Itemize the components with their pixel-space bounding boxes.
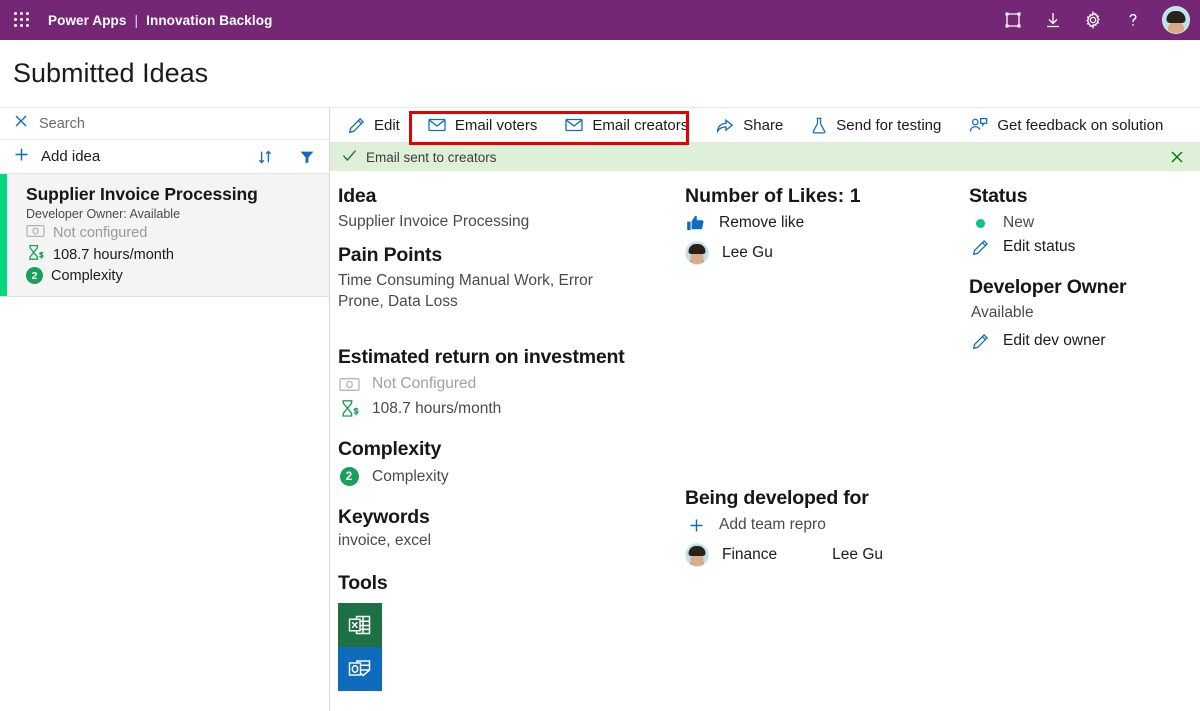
- status-badge: New: [1003, 214, 1035, 231]
- send-for-testing-button[interactable]: Send for testing: [797, 108, 955, 143]
- flask-icon: [811, 117, 827, 134]
- developed-for-heading: Being developed for: [685, 487, 869, 509]
- hourglass-dollar-icon: [26, 244, 45, 265]
- edit-dev-owner-button[interactable]: Edit dev owner: [969, 332, 1200, 350]
- team-name: Finance: [722, 546, 778, 563]
- detail-column-middle: Number of Likes: 1 Remove like Lee Gu Be…: [678, 185, 965, 711]
- mail-icon: [565, 118, 584, 132]
- user-avatar[interactable]: [1162, 6, 1190, 34]
- complexity-row: 2 Complexity: [338, 467, 678, 487]
- edit-status-button[interactable]: Edit status: [969, 238, 1200, 256]
- idea-card-money: Not configured: [26, 224, 315, 242]
- filter-icon[interactable]: [299, 149, 315, 165]
- get-feedback-button[interactable]: Get feedback on solution: [955, 108, 1177, 143]
- status-value-row: New: [969, 214, 1200, 232]
- environment-name[interactable]: Innovation Backlog: [146, 13, 272, 28]
- search-input[interactable]: Search: [39, 116, 85, 132]
- idea-heading: Idea: [338, 185, 377, 207]
- command-bar: Edit Email voters Email creators Share S…: [330, 108, 1200, 145]
- pain-points-heading: Pain Points: [338, 244, 442, 267]
- thumbs-up-icon: [685, 214, 707, 232]
- developed-for-row: Finance Lee Gu: [685, 543, 965, 567]
- idea-card-owner: Developer Owner: Available: [26, 207, 181, 221]
- tools-list: [338, 602, 678, 691]
- status-dot-icon: [975, 218, 985, 228]
- pencil-icon: [969, 333, 991, 350]
- brand-separator: |: [134, 12, 139, 28]
- voter-name: Lee Gu: [722, 244, 773, 261]
- complexity-badge: 2: [26, 267, 43, 284]
- idea-card-hours: 108.7 hours/month: [26, 244, 315, 265]
- fit-to-screen-icon[interactable]: [996, 0, 1030, 40]
- pencil-icon: [969, 239, 991, 256]
- notification-bar: Email sent to creators: [330, 143, 1200, 171]
- status-heading: Status: [969, 185, 1028, 207]
- notification-message: Email sent to creators: [366, 149, 497, 165]
- ideas-list-panel: Search Add idea Supplier Invoice Process…: [0, 108, 330, 711]
- dev-owner-heading: Developer Owner: [969, 276, 1127, 298]
- sort-icon[interactable]: [257, 149, 273, 165]
- dev-owner-value: Available: [971, 304, 1034, 321]
- money-icon: [338, 377, 360, 392]
- keywords-heading: Keywords: [338, 506, 430, 529]
- edit-button[interactable]: Edit: [342, 108, 414, 143]
- excel-icon[interactable]: [338, 602, 382, 647]
- gear-icon[interactable]: [1076, 0, 1110, 40]
- help-icon[interactable]: [1116, 0, 1150, 40]
- tools-heading: Tools: [338, 571, 388, 594]
- detail-panel: Edit Email voters Email creators Share S…: [330, 108, 1200, 711]
- main-area: Search Add idea Supplier Invoice Process…: [0, 107, 1200, 711]
- download-icon[interactable]: [1036, 0, 1070, 40]
- brand: Power Apps | Innovation Backlog: [48, 13, 272, 28]
- pain-points-value: Time Consuming Manual Work, Error Prone,…: [338, 272, 593, 310]
- email-creators-button[interactable]: Email creators: [551, 108, 702, 143]
- idea-value: Supplier Invoice Processing: [338, 213, 530, 230]
- person-feedback-icon: [969, 117, 988, 133]
- close-icon[interactable]: [1164, 150, 1190, 164]
- team-person-name: Lee Gu: [832, 546, 884, 563]
- close-icon[interactable]: [14, 114, 28, 133]
- plus-icon[interactable]: [14, 147, 29, 167]
- complexity-heading: Complexity: [338, 438, 442, 461]
- outlook-icon[interactable]: [338, 646, 382, 691]
- page-title: Submitted Ideas: [13, 58, 209, 88]
- money-icon: [26, 224, 45, 242]
- plus-icon: [685, 518, 707, 533]
- complexity-badge: 2: [339, 467, 359, 487]
- idea-card-complexity: 2 Complexity: [26, 267, 315, 284]
- likes-heading: Number of Likes: 1: [685, 185, 861, 207]
- app-launcher-icon[interactable]: [8, 0, 36, 40]
- header-actions: [996, 0, 1190, 40]
- add-idea-row[interactable]: Add idea: [0, 140, 329, 174]
- pencil-icon: [348, 117, 365, 134]
- detail-content: Idea Supplier Invoice Processing Pain Po…: [330, 171, 1200, 711]
- mail-icon: [428, 118, 446, 132]
- avatar: [685, 241, 709, 265]
- checkmark-icon: [342, 149, 357, 165]
- detail-column-left: Idea Supplier Invoice Processing Pain Po…: [330, 185, 678, 711]
- keywords-value: invoice, excel: [338, 532, 432, 550]
- list-item[interactable]: Supplier Invoice Processing Developer Ow…: [0, 174, 329, 297]
- share-button[interactable]: Share: [702, 108, 797, 143]
- roi-heading: Estimated return on investment: [338, 346, 625, 369]
- detail-column-right: Status New Edit status Developer Owner A…: [965, 185, 1200, 711]
- search-row[interactable]: Search: [0, 108, 329, 140]
- hourglass-dollar-icon: [338, 399, 360, 418]
- roi-money-row: Not Configured: [338, 375, 678, 393]
- share-icon: [716, 117, 734, 133]
- avatar: [685, 543, 709, 567]
- roi-hours-row: 108.7 hours/month: [338, 399, 678, 418]
- app-header: Power Apps | Innovation Backlog: [0, 0, 1200, 40]
- app-name[interactable]: Power Apps: [48, 13, 127, 28]
- idea-card-title: Supplier Invoice Processing: [26, 184, 258, 204]
- email-voters-button[interactable]: Email voters: [414, 108, 552, 143]
- remove-like-button[interactable]: Remove like: [685, 214, 965, 232]
- status-accent-bar: [0, 174, 7, 296]
- voter-row: Lee Gu: [685, 241, 965, 265]
- add-team-repro-button[interactable]: Add team repro: [685, 516, 965, 534]
- add-idea-label[interactable]: Add idea: [41, 148, 100, 165]
